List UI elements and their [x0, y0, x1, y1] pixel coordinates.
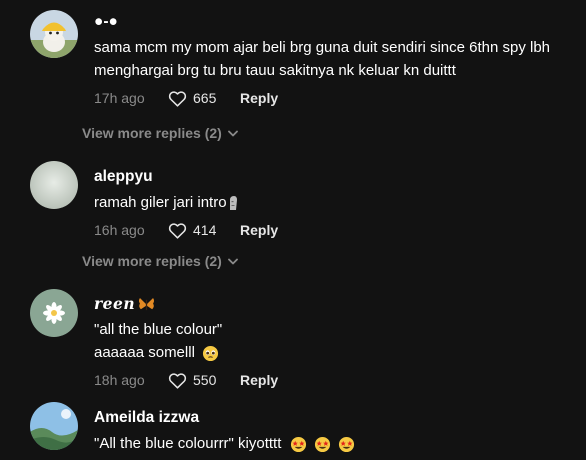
heart-outline-icon[interactable]: [168, 222, 187, 239]
comment-username[interactable]: aleppyu: [94, 167, 574, 187]
chevron-down-icon: [227, 258, 238, 264]
reply-button[interactable]: Reply: [240, 220, 278, 240]
comment-text: sama mcm my mom ajar beli brg guna duit …: [94, 36, 574, 82]
comment-timestamp: 16h ago: [94, 222, 145, 238]
comment-text-line: "all the blue colour": [94, 321, 223, 338]
comment-meta: 17h ago 665 Reply: [94, 88, 574, 108]
comment-meta: 16h ago 414 Reply: [94, 220, 574, 240]
comment-timestamp: 18h ago: [94, 372, 145, 388]
comment-timestamp: 17h ago: [94, 90, 145, 106]
comment-text-line: aaaaaa somelll: [94, 341, 574, 364]
comment-text-content: "All the blue colourrr" kiyotttt: [94, 435, 282, 452]
username-text[interactable]: aleppyu: [94, 167, 153, 187]
comment-text-content: ramah giler jari intro: [94, 194, 227, 211]
butterfly-icon: [138, 297, 155, 312]
comment-text: ramah giler jari intro: [94, 191, 574, 214]
star-struck-icon: [338, 436, 355, 453]
like-button[interactable]: 550: [168, 370, 240, 390]
comment-username[interactable]: reen: [94, 294, 574, 314]
star-struck-icon: [290, 436, 307, 453]
username-text[interactable]: ●-●: [94, 12, 118, 32]
username-text[interactable]: reen: [94, 294, 135, 314]
heart-outline-icon[interactable]: [168, 90, 187, 107]
comment-meta: 18h ago 550 Reply: [94, 370, 574, 390]
comment-username[interactable]: ●-●: [94, 12, 574, 32]
comment-text: "all the blue colour" aaaaaa somelll: [94, 318, 574, 364]
pleading-face-icon: [202, 345, 219, 362]
comment-text-line: "All the blue colourrr" kiyotttt: [94, 432, 574, 455]
like-button[interactable]: 414: [168, 220, 240, 240]
comment-text: "All the blue colourrr" kiyotttt: [94, 432, 574, 455]
avatar[interactable]: [30, 161, 78, 209]
comment-text-line: sama mcm my mom ajar beli brg guna duit …: [94, 39, 551, 56]
like-count: 550: [193, 372, 217, 388]
comment-text-line: ramah giler jari intro: [94, 191, 574, 214]
chevron-down-icon: [227, 130, 238, 136]
view-more-replies-button[interactable]: View more replies (2): [82, 253, 238, 269]
moai-icon: [227, 195, 239, 211]
comment-username[interactable]: Ameilda izzwa: [94, 408, 574, 428]
username-text[interactable]: Ameilda izzwa: [94, 408, 199, 428]
avatar[interactable]: [30, 402, 78, 450]
view-more-label: View more replies (2): [82, 125, 222, 141]
heart-outline-icon[interactable]: [168, 372, 187, 389]
comment-text-content: aaaaaa somelll: [94, 344, 195, 361]
like-count: 414: [193, 222, 217, 238]
avatar[interactable]: [30, 289, 78, 337]
reply-button[interactable]: Reply: [240, 370, 278, 390]
avatar[interactable]: [30, 10, 78, 58]
like-count: 665: [193, 90, 217, 106]
comment-text-line: menghargai brg tu bru tauu sakitnya nk k…: [94, 62, 456, 79]
star-struck-icon: [314, 436, 331, 453]
like-button[interactable]: 665: [168, 88, 240, 108]
view-more-label: View more replies (2): [82, 253, 222, 269]
view-more-replies-button[interactable]: View more replies (2): [82, 125, 238, 141]
reply-button[interactable]: Reply: [240, 88, 278, 108]
